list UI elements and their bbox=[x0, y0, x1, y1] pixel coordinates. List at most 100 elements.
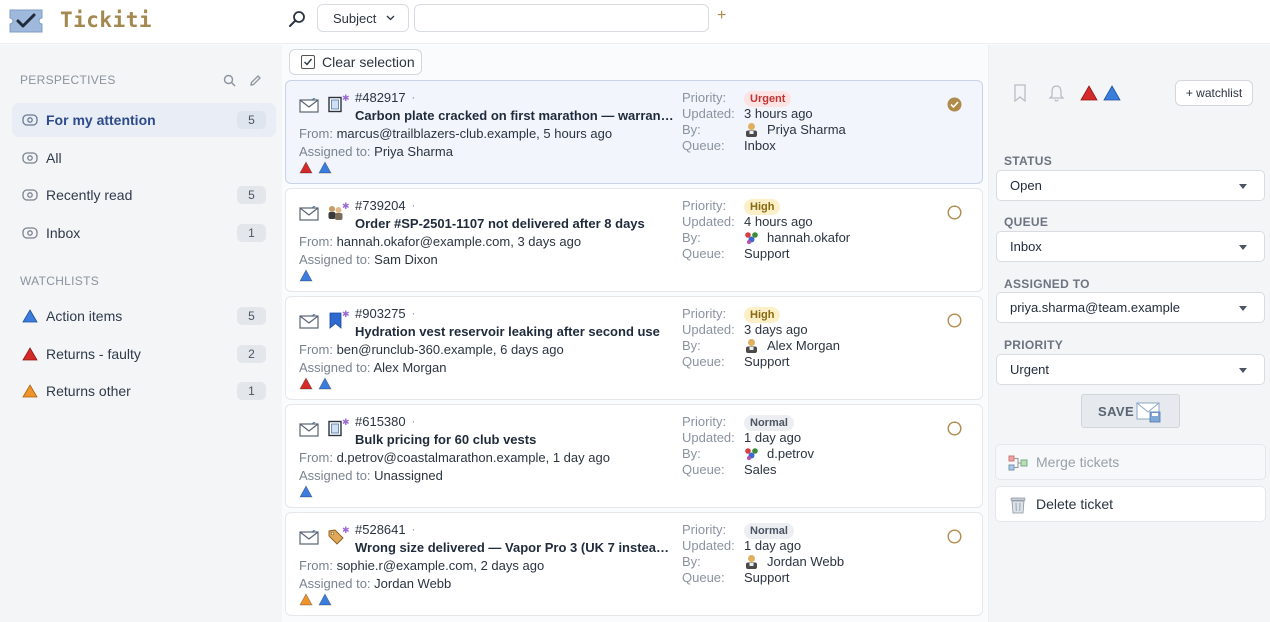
watchlist-returns-other[interactable]: Returns other 1 bbox=[12, 374, 276, 408]
watchlist-label: Returns other bbox=[46, 383, 131, 399]
ticket-subject[interactable]: Hydration vest reservoir leaking after s… bbox=[355, 324, 660, 339]
by-key: By: bbox=[682, 446, 701, 461]
perspective-label: For my attention bbox=[46, 112, 156, 128]
bell-icon[interactable] bbox=[1048, 84, 1065, 102]
bookmark-icon[interactable] bbox=[1012, 84, 1028, 102]
merge-icon bbox=[1008, 455, 1028, 471]
envelope-icon bbox=[299, 206, 319, 221]
triangle-red-icon[interactable] bbox=[1080, 85, 1098, 101]
perspective-for-my-attention[interactable]: For my attention 5 bbox=[12, 103, 276, 137]
priority-select[interactable]: Urgent bbox=[996, 354, 1265, 385]
delete-ticket-button[interactable]: Delete ticket bbox=[995, 486, 1266, 522]
queue-value: Support bbox=[744, 570, 790, 585]
priority-badge: Normal bbox=[744, 523, 794, 539]
separator-dot: · bbox=[411, 522, 416, 536]
by-key: By: bbox=[682, 338, 701, 353]
clear-selection-button[interactable]: Clear selection bbox=[289, 49, 422, 75]
avatar-icon bbox=[746, 123, 757, 137]
search-perspectives-icon[interactable] bbox=[223, 74, 236, 87]
eye-icon bbox=[22, 227, 38, 239]
group-avatar-icon bbox=[745, 232, 758, 244]
updated-key: Updated: bbox=[682, 106, 735, 121]
assigned-to-label: ASSIGNED TO bbox=[1004, 277, 1090, 291]
updated-key: Updated: bbox=[682, 538, 735, 553]
select-circle-icon[interactable] bbox=[947, 529, 962, 544]
separator-dot: · bbox=[411, 198, 416, 212]
ticket-id[interactable]: #528641 bbox=[355, 522, 406, 537]
perspective-all[interactable]: All bbox=[12, 141, 276, 175]
select-circle-icon[interactable] bbox=[947, 313, 962, 328]
add-search-filter-button[interactable]: + bbox=[717, 7, 726, 25]
watchlist-returns-faulty[interactable]: Returns - faulty 2 bbox=[12, 337, 276, 371]
queue-select[interactable]: Inbox bbox=[996, 231, 1265, 262]
status-value: Open bbox=[1010, 178, 1042, 193]
search-field-select[interactable]: Subject bbox=[317, 4, 409, 32]
ticket-assigned: Assigned to: Jordan Webb bbox=[299, 576, 452, 591]
merge-tickets-button[interactable]: Merge tickets bbox=[995, 444, 1266, 480]
clear-selection-label: Clear selection bbox=[322, 54, 415, 70]
chevron-down-icon bbox=[386, 15, 395, 21]
priority-key: Priority: bbox=[682, 522, 727, 537]
watchlist-count: 1 bbox=[237, 382, 266, 400]
ticket-subject[interactable]: Order #SP-2501-1107 not delivered after … bbox=[355, 216, 645, 231]
star-icon: ✱ bbox=[342, 201, 350, 211]
ticket-id[interactable]: #482917 bbox=[355, 90, 406, 105]
ticket-card[interactable]: ✱ #739204 · Order #SP-2501-1107 not deliver… bbox=[285, 188, 983, 292]
queue-value: Support bbox=[744, 246, 790, 261]
watchlist-tag-icon bbox=[299, 161, 313, 174]
ticket-id[interactable]: #615380 bbox=[355, 414, 406, 429]
watchlist-count: 5 bbox=[237, 307, 266, 325]
star-icon: ✱ bbox=[342, 417, 350, 427]
save-button[interactable]: SAVE bbox=[1081, 394, 1180, 428]
queue-key: Queue: bbox=[682, 462, 725, 477]
ticket-subject[interactable]: Bulk pricing for 60 club vests bbox=[355, 432, 536, 447]
watchlist-tag-icon bbox=[299, 269, 313, 282]
ticket-subject[interactable]: Wrong size delivered — Vapor Pro 3 (UK 7… bbox=[355, 540, 675, 555]
select-circle-icon[interactable] bbox=[947, 421, 962, 436]
ticket-from-email: sophie.r@example.com, bbox=[336, 558, 477, 573]
updated-value: 3 days ago bbox=[744, 322, 808, 337]
ticket-assigned: Assigned to: Priya Sharma bbox=[299, 144, 453, 159]
by-key: By: bbox=[682, 230, 701, 245]
ticket-from-time: 6 days ago bbox=[500, 342, 564, 357]
triangle-blue-icon[interactable] bbox=[1103, 85, 1121, 101]
watchlist-tag-icon bbox=[299, 377, 313, 390]
ticket-assigned: Assigned to: Unassigned bbox=[299, 468, 443, 483]
eye-icon bbox=[22, 189, 38, 201]
assigned-to-select[interactable]: priya.sharma@team.example bbox=[996, 292, 1265, 323]
ticket-subject[interactable]: Carbon plate cracked on first marathon —… bbox=[355, 108, 675, 123]
priority-key: Priority: bbox=[682, 414, 727, 429]
search-icon[interactable] bbox=[288, 10, 306, 28]
selected-check-icon[interactable] bbox=[947, 97, 962, 112]
group-avatar-icon bbox=[745, 448, 758, 460]
watchlist-tag-icon bbox=[318, 161, 332, 174]
app-title: Tickiti bbox=[60, 8, 153, 32]
select-circle-icon[interactable] bbox=[947, 205, 962, 220]
edit-perspectives-icon[interactable] bbox=[249, 74, 262, 87]
watchlist-action-items[interactable]: Action items 5 bbox=[12, 299, 276, 333]
ticket-card[interactable]: ✱ #615380 · Bulk pricing for 60 club vests F… bbox=[285, 404, 983, 508]
ticket-tags bbox=[299, 377, 332, 390]
perspective-inbox[interactable]: Inbox 1 bbox=[12, 216, 276, 250]
envelope-icon bbox=[299, 98, 319, 113]
ticket-card[interactable]: ✱ #482917 · Carbon plate cracked on first m… bbox=[285, 80, 983, 184]
ticket-id[interactable]: #903275 bbox=[355, 306, 406, 321]
separator-dot: · bbox=[411, 414, 416, 428]
ticket-id[interactable]: #739204 bbox=[355, 198, 406, 213]
ticket-tags bbox=[299, 485, 313, 498]
checkbox-checked-icon bbox=[301, 55, 315, 69]
star-icon: ✱ bbox=[342, 93, 350, 103]
ticket-assignee: Alex Morgan bbox=[373, 360, 447, 375]
search-input[interactable] bbox=[414, 4, 709, 32]
status-select[interactable]: Open bbox=[996, 170, 1265, 201]
by-key: By: bbox=[682, 122, 701, 137]
by-value: d.petrov bbox=[744, 446, 814, 461]
perspective-recently-read[interactable]: Recently read 5 bbox=[12, 178, 276, 212]
logo-icon bbox=[9, 9, 43, 33]
ticket-card[interactable]: ✱ #903275 · Hydration vest reservoir leakin… bbox=[285, 296, 983, 400]
watchlist-tag-icon bbox=[318, 377, 332, 390]
perspective-label: All bbox=[46, 150, 62, 166]
assigned-to-value: priya.sharma@team.example bbox=[1010, 300, 1180, 315]
add-watchlist-button[interactable]: + watchlist bbox=[1175, 80, 1253, 106]
ticket-card[interactable]: ✱ #528641 · Wrong size delivered — Vapor Pr… bbox=[285, 512, 983, 616]
